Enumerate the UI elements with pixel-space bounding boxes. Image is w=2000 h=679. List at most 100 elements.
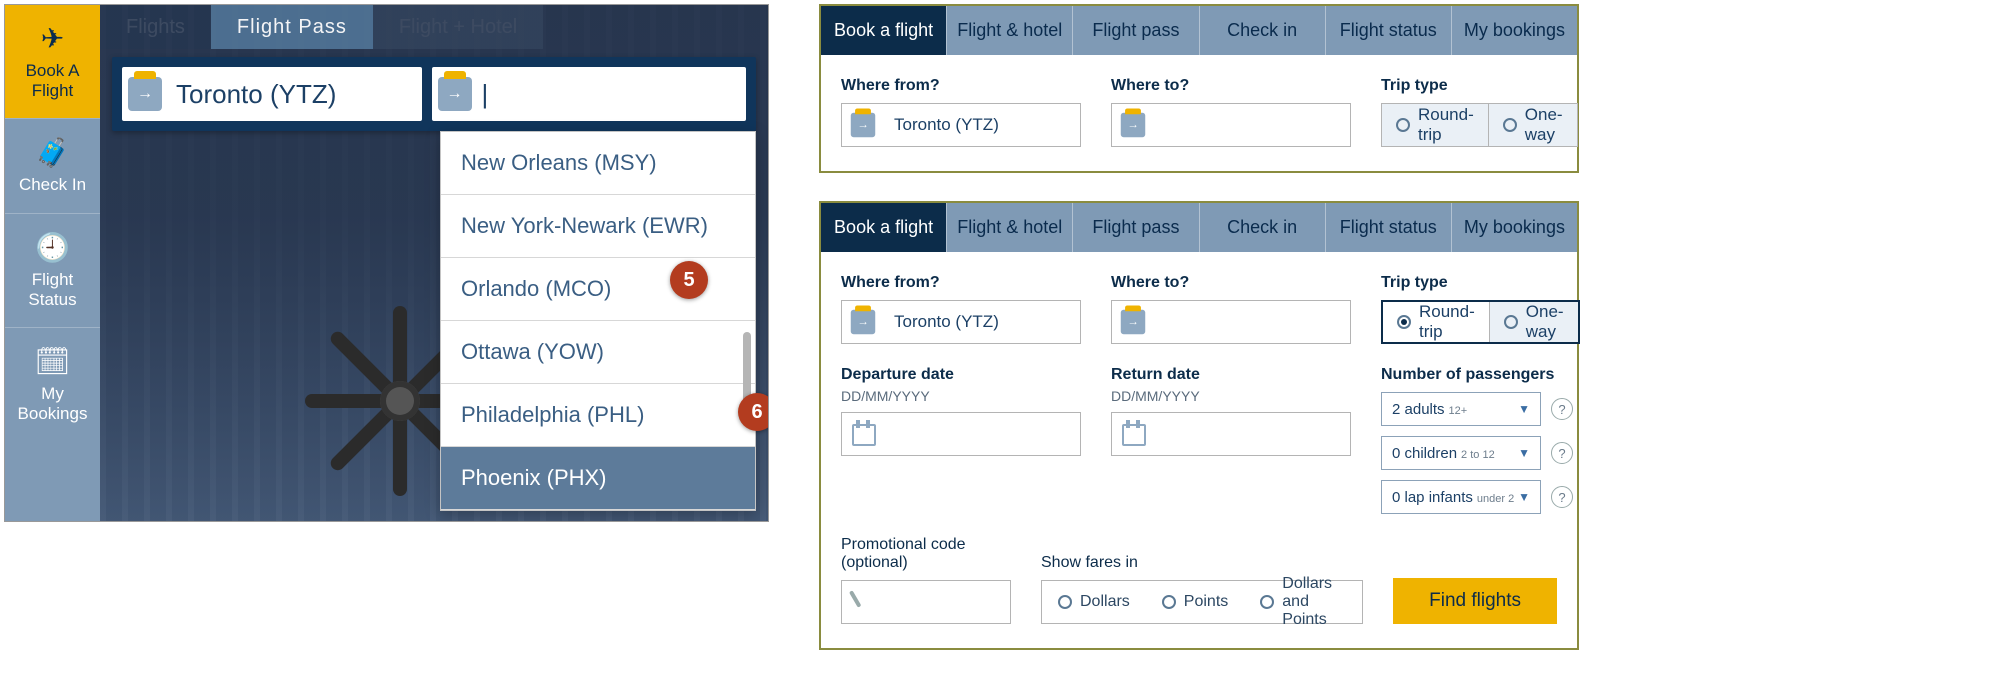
- find-flights-button[interactable]: Find flights: [1393, 578, 1557, 624]
- rail-label: Check In: [19, 175, 86, 195]
- trip-type-toggle: Round-trip One-way: [1381, 103, 1578, 147]
- tab-my-bookings[interactable]: My bookings: [1451, 203, 1577, 252]
- from-label: Where from?: [841, 274, 1081, 292]
- option-label: One-way: [1526, 302, 1564, 342]
- select-value: 2 adults: [1392, 401, 1445, 418]
- tag-icon: [851, 113, 875, 137]
- help-icon[interactable]: ?: [1551, 486, 1573, 508]
- rail-label: My Bookings: [9, 384, 96, 423]
- from-input[interactable]: [884, 301, 1125, 343]
- plane-icon: ✈: [41, 23, 64, 55]
- destination-dropdown[interactable]: New Orleans (MSY) New York-Newark (EWR) …: [440, 131, 756, 511]
- annotation-6: 6: [738, 393, 769, 431]
- to-input[interactable]: [1154, 301, 1395, 343]
- dropdown-item[interactable]: New York-Newark (EWR): [441, 195, 755, 258]
- from-label: Where from?: [841, 77, 1081, 95]
- to-box[interactable]: |: [432, 67, 746, 121]
- children-select[interactable]: 0 children2 to 12 ▼: [1381, 436, 1541, 470]
- annotation-5: 5: [670, 261, 708, 299]
- fares-both[interactable]: Dollars and Points: [1244, 575, 1362, 629]
- tag-icon: [438, 77, 472, 111]
- clock-icon: 🕘: [35, 232, 70, 264]
- fares-points[interactable]: Points: [1146, 593, 1244, 611]
- departure-date-field[interactable]: [841, 412, 1081, 456]
- tab-flight-hotel[interactable]: Flight & hotel: [946, 203, 1072, 252]
- search-row: |: [112, 57, 756, 131]
- tab-check-in[interactable]: Check in: [1199, 203, 1325, 252]
- tag-icon: [1121, 113, 1145, 137]
- rail-my-bookings[interactable]: 🗓 My Bookings: [5, 327, 100, 441]
- rail-flight-status[interactable]: 🕘 Flight Status: [5, 213, 100, 327]
- tab-flight-status[interactable]: Flight status: [1325, 6, 1451, 55]
- from-field[interactable]: [841, 300, 1081, 344]
- tab-check-in[interactable]: Check in: [1199, 6, 1325, 55]
- from-box[interactable]: [122, 67, 422, 121]
- trip-type-toggle: Round-trip One-way: [1381, 300, 1580, 344]
- booking-widget-compact: Book a flight Flight & hotel Flight pass…: [819, 4, 1579, 173]
- rail-book-a-flight[interactable]: ✈ Book A Flight: [5, 5, 100, 118]
- from-field[interactable]: [841, 103, 1081, 147]
- chevron-down-icon: ▼: [1518, 490, 1530, 504]
- option-label: Dollars: [1080, 593, 1130, 611]
- text-cursor: |: [472, 79, 489, 110]
- to-input[interactable]: [488, 79, 746, 110]
- rail-check-in[interactable]: 🧳 Check In: [5, 118, 100, 213]
- to-input[interactable]: [1154, 104, 1395, 146]
- calendar-icon: 🗓: [35, 346, 71, 378]
- select-sub: 2 to 12: [1461, 449, 1495, 461]
- dropdown-item[interactable]: Orlando (MCO): [441, 258, 755, 321]
- radio-icon: [1397, 315, 1411, 329]
- option-label: Dollars and Points: [1282, 575, 1346, 629]
- dropdown-item[interactable]: Ottawa (YOW): [441, 321, 755, 384]
- widget-tabs: Book a flight Flight & hotel Flight pass…: [821, 203, 1577, 252]
- dropdown-item-selected[interactable]: Phoenix (PHX): [441, 447, 755, 510]
- from-input[interactable]: [884, 104, 1125, 146]
- help-icon[interactable]: ?: [1551, 442, 1573, 464]
- to-label: Where to?: [1111, 77, 1351, 95]
- adults-select[interactable]: 2 adults12+ ▼: [1381, 392, 1541, 426]
- tab-flight-status[interactable]: Flight status: [1325, 203, 1451, 252]
- return-date-field[interactable]: [1111, 412, 1351, 456]
- promo-field[interactable]: [841, 580, 1011, 624]
- tag-icon: [128, 77, 162, 111]
- widget-tabs: Book a flight Flight & hotel Flight pass…: [821, 6, 1577, 55]
- to-field[interactable]: [1111, 103, 1351, 147]
- left-main: Flights Flight Pass Flight + Hotel | New…: [100, 5, 768, 521]
- fares-dollars[interactable]: Dollars: [1042, 593, 1146, 611]
- to-field[interactable]: [1111, 300, 1351, 344]
- infants-select[interactable]: 0 lap infants under 2 ▼: [1381, 480, 1541, 514]
- radio-icon: [1503, 118, 1517, 132]
- tab-flight-pass[interactable]: Flight pass: [1072, 6, 1198, 55]
- tab-book-a-flight[interactable]: Book a flight: [821, 203, 946, 252]
- departure-date-input[interactable]: [886, 413, 1127, 455]
- return-date-input[interactable]: [1156, 413, 1397, 455]
- radio-icon: [1396, 118, 1410, 132]
- option-label: Round-trip: [1418, 105, 1474, 145]
- tab-flight-pass[interactable]: Flight Pass: [211, 5, 373, 49]
- trip-one-way[interactable]: One-way: [1489, 302, 1578, 342]
- tab-book-a-flight[interactable]: Book a flight: [821, 6, 946, 55]
- mobile-booking-panel: ✈ Book A Flight 🧳 Check In 🕘 Flight Stat…: [4, 4, 769, 522]
- trip-type-label: Trip type: [1381, 274, 1580, 292]
- trip-round-trip[interactable]: Round-trip: [1383, 302, 1489, 342]
- option-label: One-way: [1525, 105, 1563, 145]
- select-value: 0 lap infants: [1392, 489, 1473, 506]
- dep-date-label: Departure date: [841, 366, 1081, 384]
- fares-toggle: Dollars Points Dollars and Points: [1041, 580, 1363, 624]
- tag-icon: [851, 310, 875, 334]
- option-label: Round-trip: [1419, 302, 1475, 342]
- from-input[interactable]: [162, 79, 422, 110]
- tag-icon: [844, 591, 857, 614]
- dropdown-item[interactable]: New Orleans (MSY): [441, 132, 755, 195]
- tab-flight-pass[interactable]: Flight pass: [1072, 203, 1198, 252]
- help-icon[interactable]: ?: [1551, 398, 1573, 420]
- select-sub: under 2: [1477, 493, 1514, 505]
- radio-icon: [1058, 595, 1072, 609]
- trip-one-way[interactable]: One-way: [1488, 104, 1577, 146]
- tab-my-bookings[interactable]: My bookings: [1451, 6, 1577, 55]
- tab-flight-hotel[interactable]: Flight & hotel: [946, 6, 1072, 55]
- select-value: 0 children: [1392, 445, 1457, 462]
- dropdown-item[interactable]: Philadelphia (PHL): [441, 384, 755, 447]
- ret-date-label: Return date: [1111, 366, 1351, 384]
- trip-round-trip[interactable]: Round-trip: [1382, 104, 1488, 146]
